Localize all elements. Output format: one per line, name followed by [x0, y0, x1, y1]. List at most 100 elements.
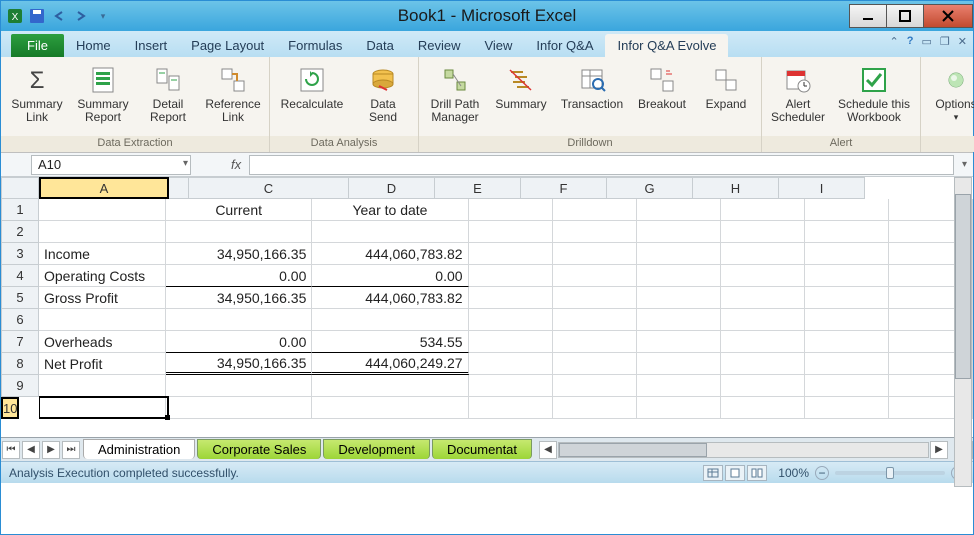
drill-path-manager-button[interactable]: Drill Path Manager: [423, 61, 487, 124]
cell-a1[interactable]: [39, 199, 166, 221]
zoom-out-button[interactable]: −: [815, 466, 829, 480]
ribbon-collapse-icon[interactable]: ⌃: [890, 35, 899, 48]
normal-view-button[interactable]: [703, 465, 723, 481]
page-layout-view-button[interactable]: [725, 465, 745, 481]
save-icon[interactable]: [29, 8, 45, 24]
cell-c4[interactable]: 0.00: [312, 265, 468, 287]
cell-c8[interactable]: 444,060,249.27: [312, 353, 468, 375]
redo-icon[interactable]: [73, 8, 89, 24]
prev-sheet-button[interactable]: ◀: [22, 441, 40, 459]
schedule-workbook-button[interactable]: Schedule this Workbook: [832, 61, 916, 124]
vertical-scrollbar[interactable]: [954, 177, 972, 487]
cell-c3[interactable]: 444,060,783.82: [312, 243, 468, 265]
close-button[interactable]: [923, 4, 973, 28]
col-header-h[interactable]: H: [693, 177, 779, 199]
row-header-6[interactable]: 6: [1, 309, 39, 331]
fx-icon[interactable]: fx: [231, 157, 241, 172]
row-header-3[interactable]: 3: [1, 243, 39, 265]
row-header-10[interactable]: 10: [1, 397, 19, 419]
sheet-tab-development[interactable]: Development: [323, 439, 430, 459]
summary-link-button[interactable]: ΣSummary Link: [5, 61, 69, 124]
cell-a5[interactable]: Gross Profit: [39, 287, 166, 309]
cell-b3[interactable]: 34,950,166.35: [166, 243, 312, 265]
page-break-view-button[interactable]: [747, 465, 767, 481]
tab-view[interactable]: View: [472, 34, 524, 57]
cell-b5[interactable]: 34,950,166.35: [166, 287, 312, 309]
tab-review[interactable]: Review: [406, 34, 473, 57]
summary-report-button[interactable]: Summary Report: [71, 61, 135, 124]
minimize-button[interactable]: [849, 4, 887, 28]
last-sheet-button[interactable]: ⏭: [62, 441, 80, 459]
sheet-tab-corporate-sales[interactable]: Corporate Sales: [197, 439, 321, 459]
cell-a10[interactable]: [39, 397, 166, 419]
recalculate-button[interactable]: Recalculate: [274, 61, 350, 111]
options-button[interactable]: Options▾: [925, 61, 974, 124]
horizontal-scrollbar[interactable]: ◀ ▶: [538, 441, 949, 459]
sheet-tab-administration[interactable]: Administration: [83, 439, 195, 459]
scroll-right-button[interactable]: ▶: [930, 441, 948, 459]
zoom-thumb[interactable]: [886, 467, 894, 479]
col-header-e[interactable]: E: [435, 177, 521, 199]
workbook-restore-icon[interactable]: ❐: [940, 35, 950, 48]
first-sheet-button[interactable]: ⏮: [2, 441, 20, 459]
tab-formulas[interactable]: Formulas: [276, 34, 354, 57]
scrollbar-thumb[interactable]: [955, 194, 971, 379]
data-send-button[interactable]: Data Send: [352, 61, 414, 124]
col-header-b[interactable]: B: [39, 177, 189, 199]
tab-page-layout[interactable]: Page Layout: [179, 34, 276, 57]
tab-infor-qa-evolve[interactable]: Infor Q&A Evolve: [605, 34, 728, 57]
formula-bar-expand-icon[interactable]: ▾: [962, 159, 973, 170]
cell-a3[interactable]: Income: [39, 243, 166, 265]
tab-data[interactable]: Data: [354, 34, 405, 57]
col-header-c[interactable]: C: [189, 177, 349, 199]
col-header-d[interactable]: D: [349, 177, 435, 199]
expand-button[interactable]: Expand: [695, 61, 757, 111]
workbook-minimize-icon[interactable]: ▭: [922, 35, 932, 48]
workbook-close-icon[interactable]: ✕: [958, 35, 967, 48]
row-header-5[interactable]: 5: [1, 287, 39, 309]
cell-b4[interactable]: 0.00: [166, 265, 312, 287]
zoom-level[interactable]: 100%: [778, 466, 809, 480]
breakout-button[interactable]: Breakout: [631, 61, 693, 111]
cell-a4[interactable]: Operating Costs: [39, 265, 166, 287]
tab-insert[interactable]: Insert: [123, 34, 180, 57]
cell-c5[interactable]: 444,060,783.82: [312, 287, 468, 309]
help-icon[interactable]: ?: [907, 35, 914, 48]
row-header-1[interactable]: 1: [1, 199, 39, 221]
undo-icon[interactable]: [51, 8, 67, 24]
row-header-2[interactable]: 2: [1, 221, 39, 243]
formula-bar[interactable]: [249, 155, 954, 175]
cell-a8[interactable]: Net Profit: [39, 353, 166, 375]
maximize-button[interactable]: [886, 4, 924, 28]
cells-area[interactable]: A B C D E F G H I Current Year to date I…: [39, 177, 973, 437]
qat-more-icon[interactable]: ▾: [95, 8, 111, 24]
row-header-7[interactable]: 7: [1, 331, 39, 353]
cell-b8[interactable]: 34,950,166.35: [166, 353, 312, 375]
row-header-8[interactable]: 8: [1, 353, 39, 375]
cell-c7[interactable]: 534.55: [312, 331, 468, 353]
scrollbar-thumb[interactable]: [559, 443, 707, 457]
zoom-slider[interactable]: [835, 471, 945, 475]
name-box[interactable]: A10▾: [31, 155, 191, 175]
scroll-left-button[interactable]: ◀: [539, 441, 557, 459]
row-header-9[interactable]: 9: [1, 375, 39, 397]
alert-scheduler-button[interactable]: Alert Scheduler: [766, 61, 830, 124]
col-header-i[interactable]: I: [779, 177, 865, 199]
select-all-corner[interactable]: [1, 177, 39, 199]
next-sheet-button[interactable]: ▶: [42, 441, 60, 459]
row-header-4[interactable]: 4: [1, 265, 39, 287]
reference-link-button[interactable]: Reference Link: [201, 61, 265, 124]
tab-file[interactable]: File: [11, 34, 64, 57]
transaction-button[interactable]: Transaction: [555, 61, 629, 111]
tab-home[interactable]: Home: [64, 34, 123, 57]
col-header-f[interactable]: F: [521, 177, 607, 199]
detail-report-button[interactable]: Detail Report: [137, 61, 199, 124]
summary-drill-button[interactable]: Summary: [489, 61, 553, 111]
cell-b1[interactable]: Current: [166, 199, 312, 221]
chevron-down-icon[interactable]: ▾: [183, 158, 188, 169]
col-header-g[interactable]: G: [607, 177, 693, 199]
cell-a7[interactable]: Overheads: [39, 331, 166, 353]
tab-infor-qa[interactable]: Infor Q&A: [524, 34, 605, 57]
cell-c1[interactable]: Year to date: [312, 199, 468, 221]
sheet-tab-documentation[interactable]: Documentat: [432, 439, 532, 459]
